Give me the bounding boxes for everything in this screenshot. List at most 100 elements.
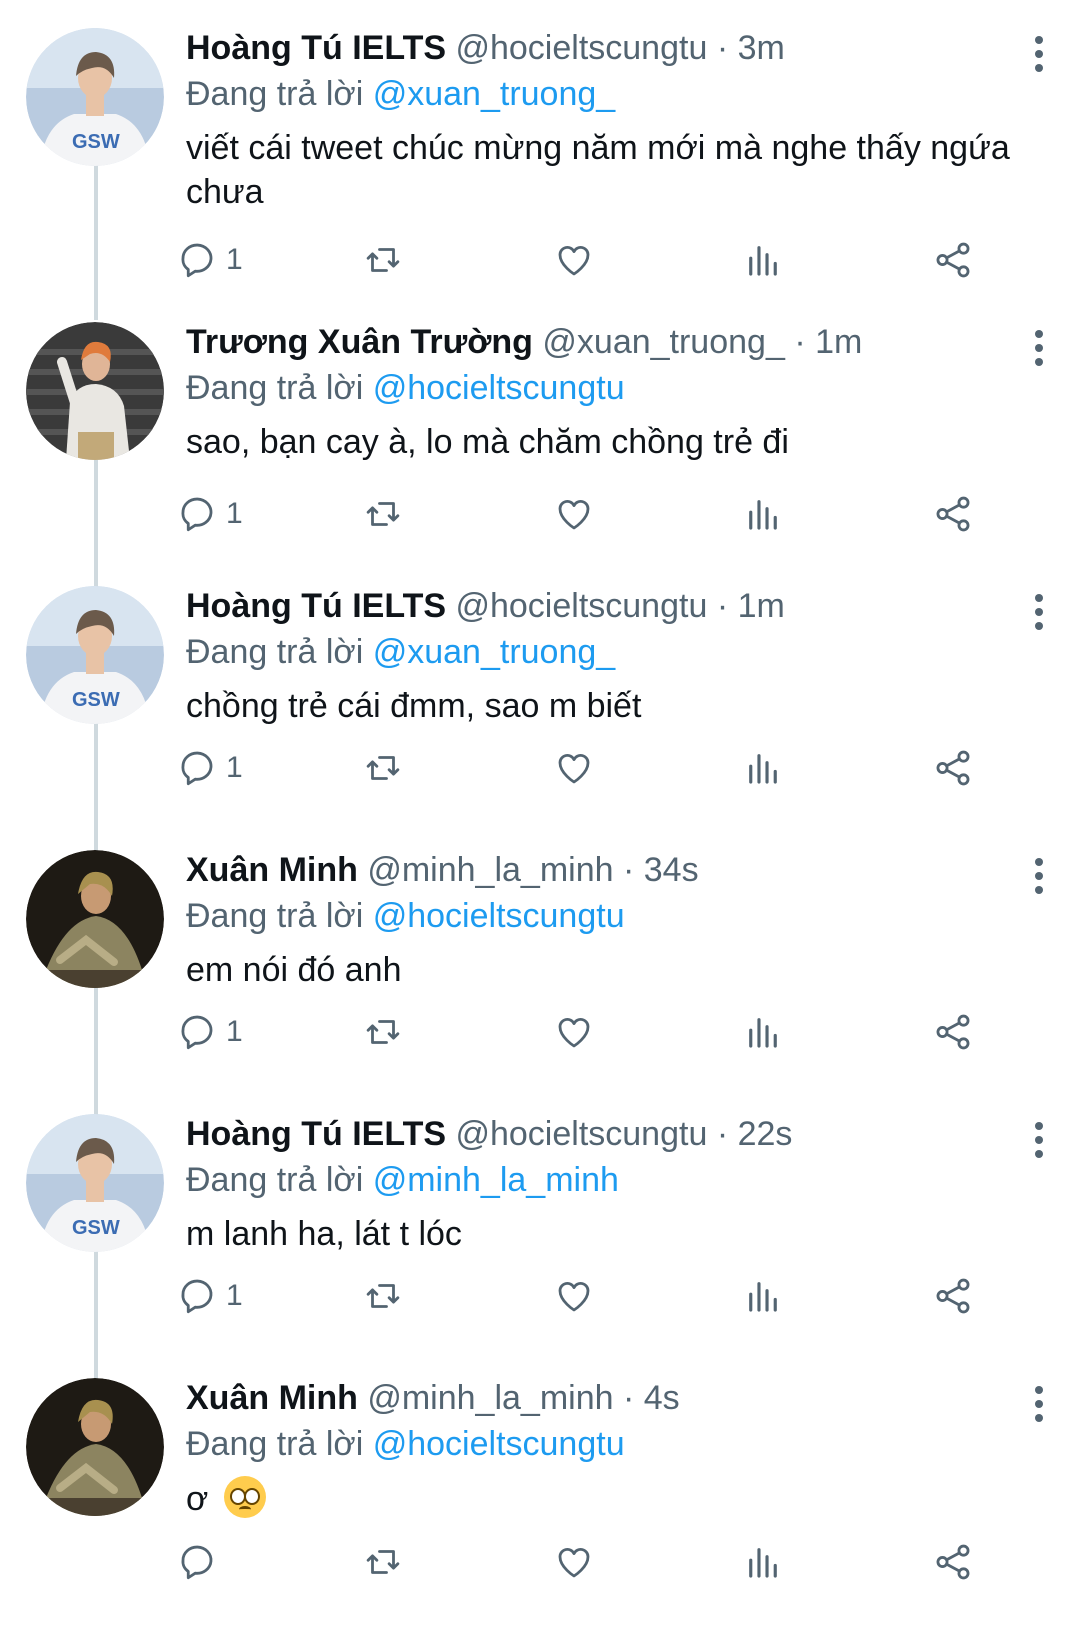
timestamp[interactable]: 22s bbox=[738, 1115, 793, 1153]
retweet-icon bbox=[366, 1550, 400, 1574]
more-options-icon[interactable] bbox=[1032, 328, 1046, 368]
display-name[interactable]: Trương Xuân Trường bbox=[186, 323, 533, 361]
tweet-actions: 1 bbox=[181, 490, 1046, 538]
like-button[interactable] bbox=[553, 236, 595, 284]
retweet-button[interactable] bbox=[362, 1272, 404, 1320]
tweet[interactable]: Trương Xuân Trường @xuan_truong_ · 1m Đa… bbox=[0, 294, 1080, 594]
share-icon bbox=[936, 242, 970, 278]
reply-button[interactable] bbox=[176, 1538, 226, 1586]
more-options-icon[interactable] bbox=[1032, 1384, 1046, 1424]
avatar[interactable]: GSW bbox=[26, 28, 164, 166]
reply-icon bbox=[181, 751, 213, 786]
views-button[interactable] bbox=[742, 1008, 784, 1056]
timestamp[interactable]: 1m bbox=[738, 587, 785, 625]
tweet[interactable]: Xuân Minh @minh_la_minh · 4s Đang trả lờ… bbox=[0, 1350, 1080, 1637]
timestamp[interactable]: 1m bbox=[815, 323, 862, 361]
tweet[interactable]: Xuân Minh @minh_la_minh · 34s Đang trả l… bbox=[0, 822, 1080, 1122]
avatar[interactable]: GSW bbox=[26, 1114, 164, 1252]
tweet-text-body: ơ bbox=[186, 1480, 209, 1518]
avatar[interactable]: GSW bbox=[26, 586, 164, 724]
more-options-icon[interactable] bbox=[1032, 592, 1046, 632]
like-button[interactable] bbox=[553, 744, 595, 792]
display-name[interactable]: Hoàng Tú IELTS bbox=[186, 587, 446, 625]
share-button[interactable] bbox=[932, 236, 974, 284]
reply-button[interactable]: 1 bbox=[176, 744, 243, 792]
like-button[interactable] bbox=[553, 1272, 595, 1320]
reply-icon bbox=[181, 1545, 213, 1580]
like-icon bbox=[558, 1282, 590, 1312]
mention-link[interactable]: @minh_la_minh bbox=[373, 1161, 619, 1199]
timestamp[interactable]: 4s bbox=[644, 1379, 680, 1417]
views-icon bbox=[749, 754, 777, 784]
like-button[interactable] bbox=[553, 490, 595, 538]
like-icon bbox=[558, 246, 590, 276]
reply-button[interactable]: 1 bbox=[176, 490, 243, 538]
separator-dot: · bbox=[716, 587, 729, 625]
mention-link[interactable]: @hocieltscungtu bbox=[373, 369, 625, 407]
share-button[interactable] bbox=[932, 1272, 974, 1320]
views-button[interactable] bbox=[742, 236, 784, 284]
tweet-header: Trương Xuân Trường @xuan_truong_ · 1m bbox=[186, 320, 1020, 364]
timestamp[interactable]: 3m bbox=[738, 29, 785, 67]
like-button[interactable] bbox=[553, 1008, 595, 1056]
replying-to: Đang trả lời @xuan_truong_ bbox=[186, 72, 1020, 116]
mention-link[interactable]: @hocieltscungtu bbox=[373, 897, 625, 935]
display-name[interactable]: Hoàng Tú IELTS bbox=[186, 29, 446, 67]
share-button[interactable] bbox=[932, 1538, 974, 1586]
avatar[interactable] bbox=[26, 322, 164, 460]
timestamp[interactable]: 34s bbox=[644, 851, 699, 889]
avatar[interactable] bbox=[26, 850, 164, 988]
retweet-button[interactable] bbox=[362, 1538, 404, 1586]
user-handle[interactable]: @hocieltscungtu bbox=[455, 29, 707, 67]
avatar[interactable] bbox=[26, 1378, 164, 1516]
reply-icon bbox=[181, 1015, 213, 1050]
retweet-button[interactable] bbox=[362, 490, 404, 538]
tweet-header: Hoàng Tú IELTS @hocieltscungtu · 3m bbox=[186, 26, 1020, 70]
tweet[interactable]: GSW Hoàng Tú IELTS @hocieltscungtu · 3m … bbox=[0, 0, 1080, 320]
svg-text:GSW: GSW bbox=[72, 131, 120, 153]
views-button[interactable] bbox=[742, 744, 784, 792]
separator-dot: · bbox=[622, 851, 635, 889]
reply-button[interactable]: 1 bbox=[176, 1008, 243, 1056]
views-button[interactable] bbox=[742, 1538, 784, 1586]
user-handle[interactable]: @hocieltscungtu bbox=[455, 587, 707, 625]
more-options-icon[interactable] bbox=[1032, 856, 1046, 896]
user-handle[interactable]: @minh_la_minh bbox=[367, 1379, 613, 1417]
mention-link[interactable]: @hocieltscungtu bbox=[373, 1425, 625, 1463]
mention-link[interactable]: @xuan_truong_ bbox=[373, 633, 615, 671]
like-button[interactable] bbox=[553, 1538, 595, 1586]
like-icon bbox=[558, 754, 590, 784]
share-icon bbox=[936, 750, 970, 786]
separator-dot: · bbox=[716, 29, 729, 67]
reply-button[interactable]: 1 bbox=[176, 236, 243, 284]
views-button[interactable] bbox=[742, 1272, 784, 1320]
tweet[interactable]: GSW Hoàng Tú IELTS @hocieltscungtu · 22s… bbox=[0, 1086, 1080, 1386]
tweet-text: ơ bbox=[186, 1476, 1020, 1521]
tweet[interactable]: GSW Hoàng Tú IELTS @hocieltscungtu · 1m … bbox=[0, 558, 1080, 858]
display-name[interactable]: Xuân Minh bbox=[186, 1379, 358, 1417]
share-button[interactable] bbox=[932, 1008, 974, 1056]
like-icon bbox=[558, 1018, 590, 1048]
user-handle[interactable]: @minh_la_minh bbox=[367, 851, 613, 889]
replying-to: Đang trả lời @hocieltscungtu bbox=[186, 894, 1020, 938]
retweet-button[interactable] bbox=[362, 744, 404, 792]
more-options-icon[interactable] bbox=[1032, 34, 1046, 74]
more-options-icon[interactable] bbox=[1032, 1120, 1046, 1160]
user-handle[interactable]: @hocieltscungtu bbox=[455, 1115, 707, 1153]
reply-button[interactable]: 1 bbox=[176, 1272, 243, 1320]
views-icon bbox=[749, 500, 777, 530]
views-button[interactable] bbox=[742, 490, 784, 538]
share-button[interactable] bbox=[932, 490, 974, 538]
replying-to: Đang trả lời @hocieltscungtu bbox=[186, 1422, 1020, 1466]
mention-link[interactable]: @xuan_truong_ bbox=[373, 75, 615, 113]
replying-to: Đang trả lời @hocieltscungtu bbox=[186, 366, 1020, 410]
retweet-button[interactable] bbox=[362, 1008, 404, 1056]
retweet-button[interactable] bbox=[362, 236, 404, 284]
separator-dot: · bbox=[716, 1115, 729, 1153]
share-button[interactable] bbox=[932, 744, 974, 792]
reply-count: 1 bbox=[226, 497, 243, 530]
display-name[interactable]: Xuân Minh bbox=[186, 851, 358, 889]
user-handle[interactable]: @xuan_truong_ bbox=[542, 323, 784, 361]
display-name[interactable]: Hoàng Tú IELTS bbox=[186, 1115, 446, 1153]
tweet-header: Hoàng Tú IELTS @hocieltscungtu · 1m bbox=[186, 584, 1020, 628]
